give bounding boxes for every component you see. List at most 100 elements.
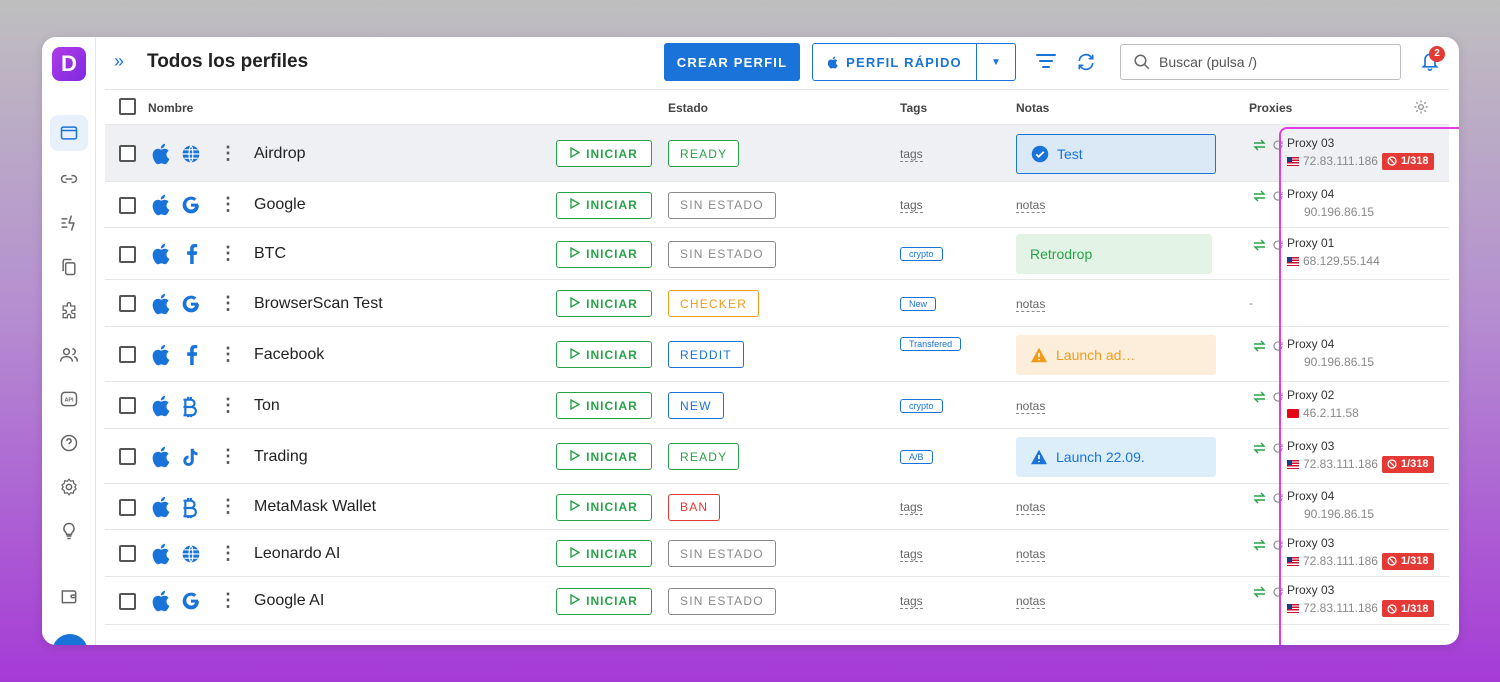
column-status[interactable]: Estado [668,101,708,115]
note-card[interactable]: Retrodrop [1016,234,1212,274]
refresh-proxy-icon[interactable] [1272,585,1284,603]
column-notes[interactable]: Notas [1016,101,1049,115]
row-checkbox[interactable] [119,448,136,465]
more-options-icon[interactable]: ⋮ [219,396,237,414]
swap-icon[interactable] [1253,491,1266,509]
sidebar-item-api[interactable]: API [50,381,88,417]
proxy-name[interactable]: Proxy 02 [1287,388,1334,402]
note-card[interactable]: Launch 22.09. [1016,436,1216,477]
notes-placeholder[interactable]: notas [1016,399,1046,414]
row-checkbox[interactable] [119,295,136,312]
sidebar-item-browser-profiles[interactable] [50,115,88,151]
notes-placeholder[interactable]: notas [1016,547,1046,562]
chevron-down-icon[interactable]: ▼ [977,57,1015,68]
swap-icon[interactable] [1253,238,1266,256]
sidebar-item-settings[interactable] [50,469,88,505]
profile-name[interactable]: BTC [254,245,286,263]
sidebar-item-idea[interactable] [50,513,88,549]
swap-icon[interactable] [1253,585,1266,603]
more-options-icon[interactable]: ⋮ [219,497,237,515]
proxy-name[interactable]: Proxy 04 [1287,187,1334,201]
profile-name[interactable]: Trading [254,448,308,466]
tags-placeholder[interactable]: tags [900,199,923,213]
search-box[interactable] [1120,44,1401,80]
start-button[interactable]: INICIAR [556,540,652,567]
row-checkbox[interactable] [119,145,136,162]
status-badge[interactable]: BAN [668,493,721,521]
proxy-name[interactable]: Proxy 04 [1287,489,1334,503]
more-options-icon[interactable]: ⋮ [219,345,237,363]
sidebar-item-automation[interactable] [50,205,88,241]
refresh-proxy-icon[interactable] [1272,189,1284,207]
start-button[interactable]: INICIAR [556,240,652,268]
more-options-icon[interactable]: ⋮ [219,195,237,213]
status-badge[interactable]: SIN ESTADO [668,191,776,219]
swap-icon[interactable] [1253,189,1266,207]
tag-chip[interactable]: New [900,296,937,311]
status-badge[interactable]: REDDIT [668,341,744,368]
quick-profile-main[interactable]: PERFIL RÁPIDO [813,44,977,80]
refresh-proxy-icon[interactable] [1272,390,1284,408]
more-options-icon[interactable]: ⋮ [219,447,237,465]
swap-icon[interactable] [1253,538,1266,556]
start-button[interactable]: INICIAR [556,493,652,521]
profile-name[interactable]: Facebook [254,346,324,364]
profile-name[interactable]: BrowserScan Test [254,295,383,313]
tags-placeholder[interactable]: tags [900,501,923,515]
column-name[interactable]: Nombre [148,101,193,115]
notes-placeholder[interactable]: notas [1016,595,1046,609]
proxy-name[interactable]: Proxy 03 [1287,136,1334,150]
more-options-icon[interactable]: ⋮ [219,544,237,562]
profile-name[interactable]: Google [254,196,306,214]
start-button[interactable]: INICIAR [556,341,652,368]
refresh-proxy-icon[interactable] [1272,238,1284,256]
notes-placeholder[interactable]: notas [1016,297,1046,312]
profile-name[interactable]: MetaMask Wallet [254,498,376,516]
create-profile-button[interactable]: CREAR PERFIL [664,43,800,81]
tag-chip[interactable]: crypto [900,247,943,261]
filter-icon[interactable] [1036,52,1056,75]
status-badge[interactable]: SIN ESTADO [668,540,776,567]
proxy-error-badge[interactable]: 1/318 [1382,552,1434,570]
sidebar-item-team[interactable] [50,337,88,373]
profile-name[interactable]: Google AI [254,592,324,610]
status-badge[interactable]: READY [668,140,740,167]
expand-sidebar-icon[interactable]: » [114,51,124,72]
refresh-proxy-icon[interactable] [1272,538,1284,556]
profile-name[interactable]: Ton [254,397,280,415]
swap-icon[interactable] [1253,138,1266,156]
status-badge[interactable]: READY [668,443,740,470]
profile-name[interactable]: Airdrop [254,145,306,163]
search-input[interactable] [1159,54,1379,70]
notes-placeholder[interactable]: notas [1016,501,1046,515]
tag-chip[interactable]: A/B [900,449,933,464]
sidebar-item-wallet[interactable] [50,578,88,614]
app-logo[interactable]: D [52,47,86,81]
refresh-proxy-icon[interactable] [1272,339,1284,357]
status-badge[interactable]: CHECKER [668,290,760,317]
refresh-proxy-icon[interactable] [1272,491,1284,509]
row-checkbox[interactable] [119,498,136,516]
row-checkbox[interactable] [119,397,136,414]
refresh-icon[interactable] [1076,52,1096,77]
refresh-proxy-icon[interactable] [1272,441,1284,459]
tags-placeholder[interactable]: tags [900,595,923,609]
swap-icon[interactable] [1253,390,1266,408]
column-settings-icon[interactable] [1413,99,1429,120]
column-tags[interactable]: Tags [900,101,927,115]
select-all-checkbox[interactable] [119,98,136,115]
proxy-name[interactable]: Proxy 03 [1287,536,1334,550]
note-card[interactable]: Launch ad… [1016,334,1216,375]
proxy-name[interactable]: Proxy 01 [1287,236,1334,250]
start-button[interactable]: INICIAR [556,140,652,167]
row-checkbox[interactable] [119,245,136,263]
proxy-name[interactable]: Proxy 03 [1287,439,1334,453]
start-button[interactable]: INICIAR [556,392,652,419]
refresh-proxy-icon[interactable] [1272,138,1284,156]
more-options-icon[interactable]: ⋮ [219,294,237,312]
sidebar-item-help[interactable] [50,425,88,461]
tags-placeholder[interactable]: tags [900,547,923,562]
proxy-error-badge[interactable]: 1/318 [1382,455,1434,473]
profile-name[interactable]: Leonardo AI [254,545,340,563]
proxy-error-badge[interactable]: 1/318 [1382,152,1434,170]
